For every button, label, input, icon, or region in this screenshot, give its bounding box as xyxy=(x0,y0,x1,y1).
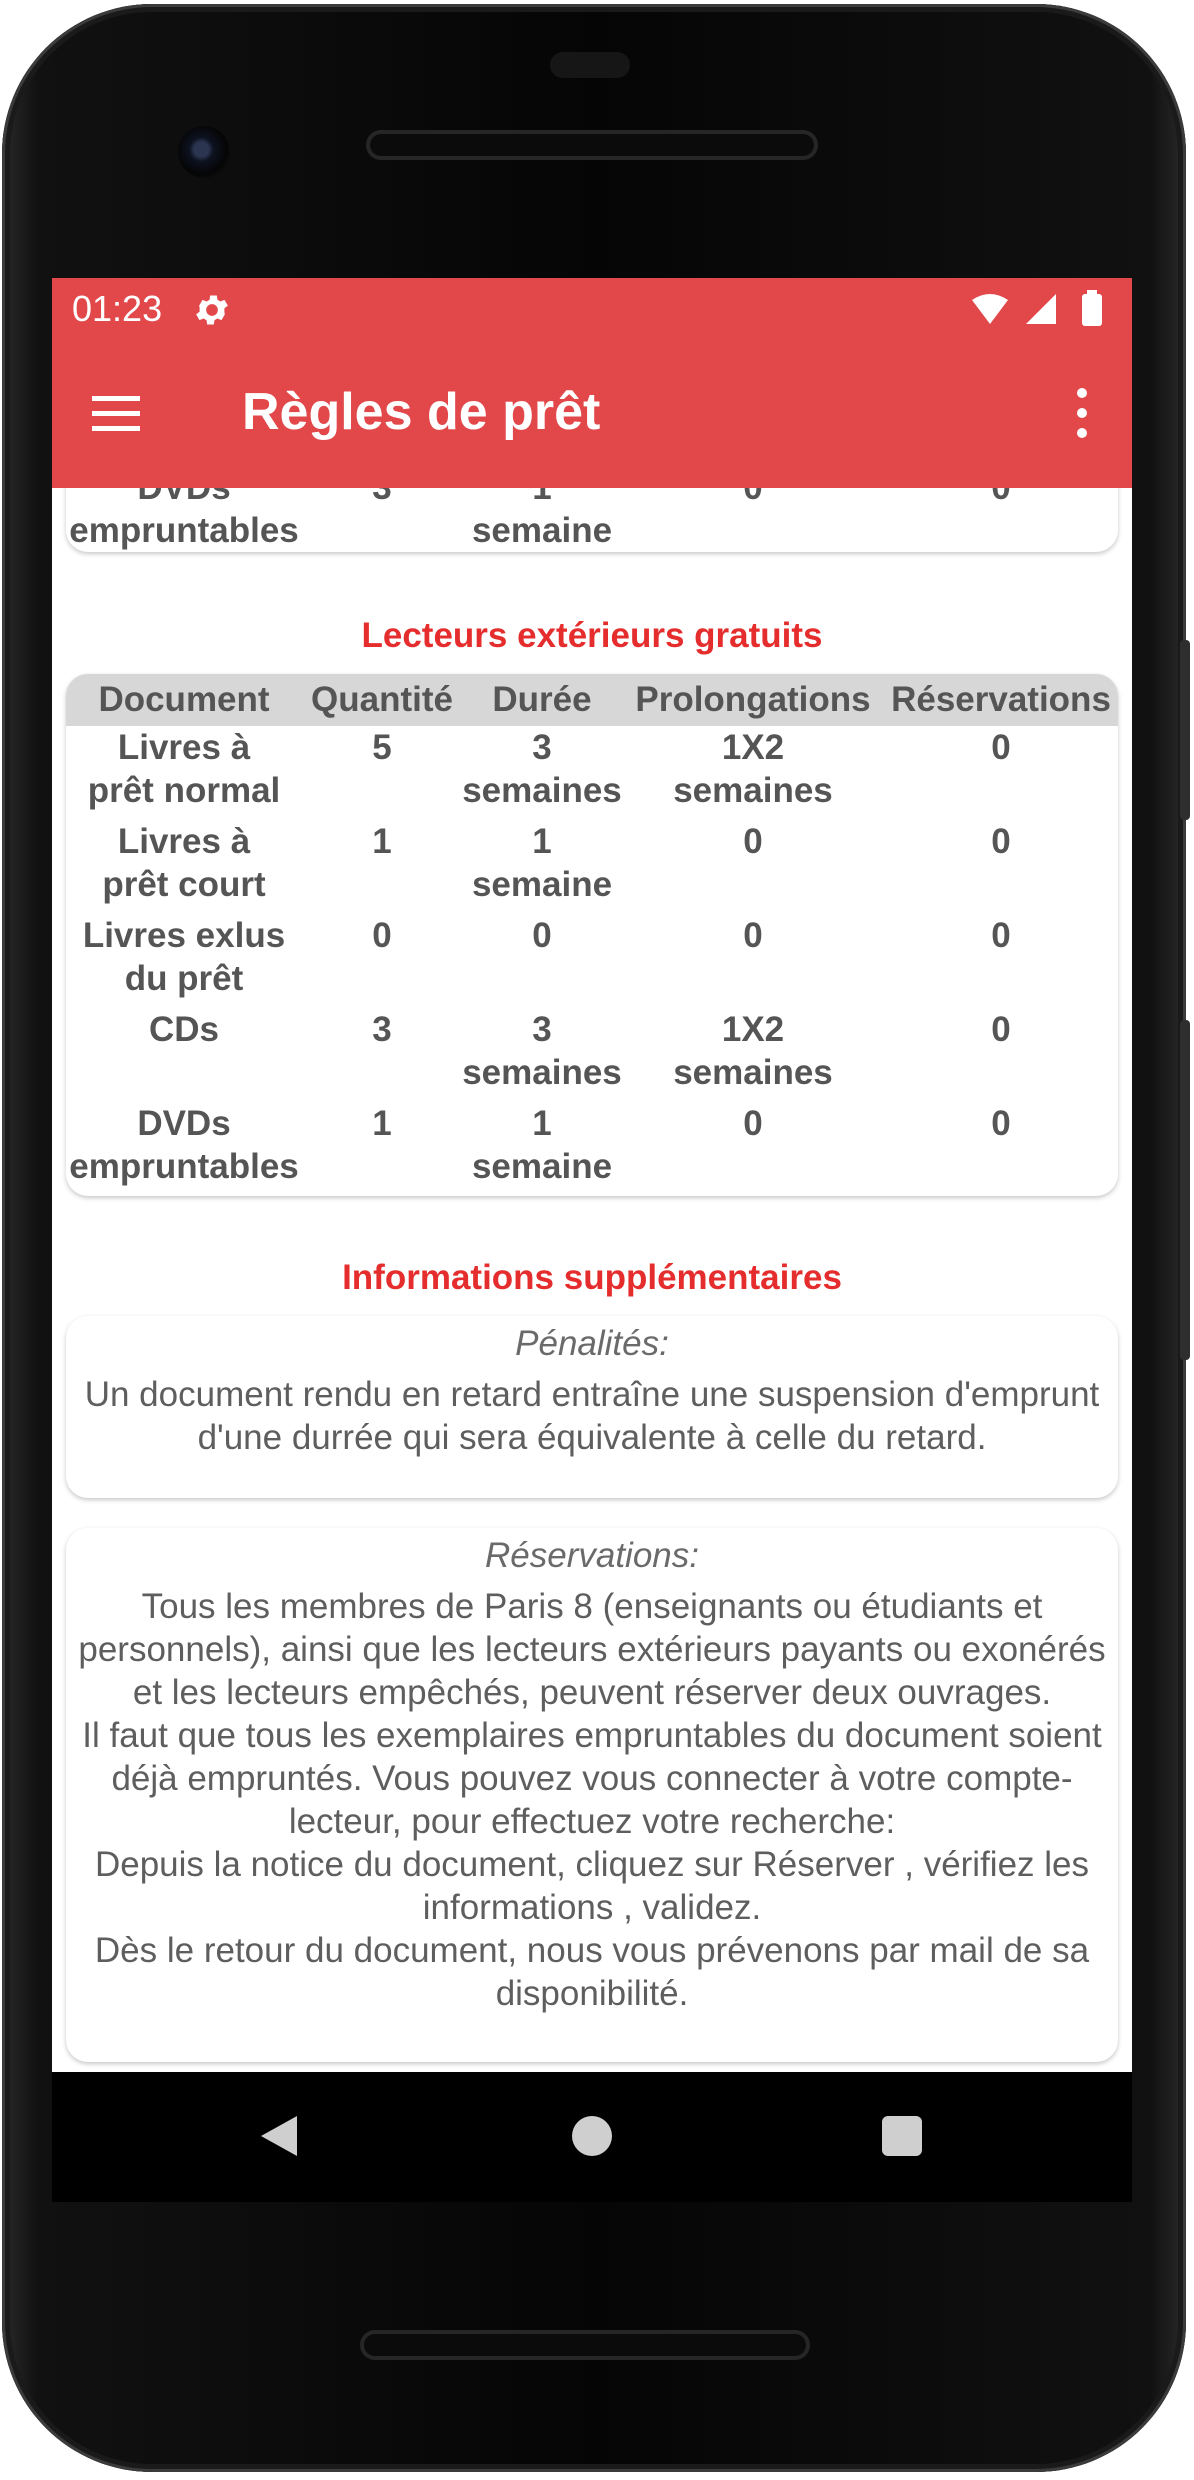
volume-button xyxy=(1180,1020,1190,1360)
section-title-info: Informations supplémentaires xyxy=(342,1258,842,1297)
recents-icon[interactable] xyxy=(882,2116,922,2156)
table-cell: 0 xyxy=(991,1104,1011,1143)
status-icons xyxy=(972,290,1102,326)
external-rules-card: Document Quantité Durée Prolongations Réserv… xyxy=(66,674,1118,1196)
status-bar: 01:23 xyxy=(52,278,1132,342)
screen: 01:23 Règles de prêt DVDsemprun xyxy=(52,278,1132,2072)
table-cell: CDs xyxy=(148,1010,220,1049)
front-camera xyxy=(178,126,230,178)
table-cell: 0 xyxy=(743,822,763,861)
table-cell: 0 xyxy=(991,822,1011,861)
reservations-text: Tous les membres de Paris 8 (enseignants… xyxy=(66,1585,1118,2015)
table-cell: 1semaine xyxy=(471,1104,613,1186)
table-row: DVDs empruntables 1 1 semaine 0 0 xyxy=(66,1102,1118,1196)
app-bar: Règles de prêt xyxy=(52,342,1132,488)
table-cell: 1X2 semaines xyxy=(673,728,833,810)
table-row: Livres exlus du prêt 0 0 0 0 xyxy=(66,914,1118,1008)
column-header: Réservations xyxy=(884,674,1118,726)
page-title: Règles de prêt xyxy=(242,383,601,441)
table-cell: Livres à prêt normal xyxy=(87,728,281,810)
battery-icon xyxy=(1082,294,1102,326)
earpiece xyxy=(550,52,630,78)
menu-icon[interactable] xyxy=(86,384,146,444)
table-row: Livres à prêt court 1 1 semaine 0 0 xyxy=(66,820,1118,914)
section-title-external: Lecteurs extérieurs gratuits xyxy=(361,616,823,655)
column-header: Prolongations xyxy=(622,674,884,726)
bottom-speaker xyxy=(360,2330,810,2360)
column-header: Durée xyxy=(462,674,622,726)
previous-table: DVDsempruntables31semaine00 xyxy=(66,488,1118,552)
scroll-content[interactable]: DVDsempruntables31semaine00 Lecteurs ext… xyxy=(52,488,1132,2072)
status-time: 01:23 xyxy=(72,288,163,329)
table-header-row: Document Quantité Durée Prolongations Réserv… xyxy=(66,674,1118,726)
table-cell: 0 xyxy=(884,488,1118,552)
table-cell: 1X2 semaines xyxy=(673,1010,833,1092)
table-cell: 0 xyxy=(743,1104,763,1143)
previous-table-card: DVDsempruntables31semaine00 xyxy=(66,488,1118,552)
table-cell: 5 xyxy=(372,728,392,767)
table-row: DVDsempruntables31semaine00 xyxy=(66,488,1118,552)
table-row: Livres à prêt normal 5 3 semaines 1X2 semaines… xyxy=(66,726,1118,820)
table-cell: 0 xyxy=(622,488,884,552)
table-cell: 1semaine xyxy=(471,822,613,904)
reservations-line: Dès le retour du document, nous vous pré… xyxy=(94,1931,1090,2013)
settings-icon xyxy=(196,295,228,325)
table-cell: 3 xyxy=(372,1010,392,1049)
column-header: Quantité xyxy=(302,674,462,726)
signal-icon xyxy=(1026,294,1056,324)
reservations-line: Il faut que tous les exemplaires emprunt… xyxy=(82,1716,1102,1841)
reservations-line: Tous les membres de Paris 8 (enseignants… xyxy=(78,1587,1106,1712)
table-cell: 1semaine xyxy=(471,488,613,550)
reservations-line: Depuis la notice du document, cliquez su… xyxy=(94,1845,1090,1927)
penalties-heading: Pénalités: xyxy=(515,1324,669,1363)
table-cell: 1 xyxy=(372,822,392,861)
power-button xyxy=(1180,640,1190,820)
reservations-heading: Réservations: xyxy=(485,1536,699,1575)
reservations-card: Réservations: Tous les membres de Paris … xyxy=(66,1528,1118,2062)
table-cell: 3 xyxy=(302,488,462,552)
penalties-card: Pénalités: Un document rendu en retard e… xyxy=(66,1316,1118,1498)
home-icon[interactable] xyxy=(572,2116,612,2156)
table-cell: 0 xyxy=(372,916,392,955)
external-rules-table: Document Quantité Durée Prolongations Réserv… xyxy=(66,674,1118,1196)
table-cell: DVDsempruntables xyxy=(69,488,299,550)
table-cell: 0 xyxy=(991,1010,1011,1049)
back-icon[interactable] xyxy=(257,2112,301,2160)
table-cell: Livres à prêt court xyxy=(102,822,266,904)
navigation-bar xyxy=(52,2072,1132,2202)
table-cell: 3 semaines xyxy=(462,1010,622,1092)
front-speaker xyxy=(366,130,818,160)
table-row: CDs 3 3 semaines 1X2 semaines 0 xyxy=(66,1008,1118,1102)
more-vert-icon[interactable] xyxy=(1062,380,1102,446)
wifi-icon xyxy=(972,294,1008,324)
table-cell: 0 xyxy=(743,916,763,955)
table-cell: 1 xyxy=(372,1104,392,1143)
table-cell: 0 xyxy=(532,916,552,955)
penalties-text: Un document rendu en retard entraîne une… xyxy=(84,1375,1100,1457)
table-cell: 0 xyxy=(991,916,1011,955)
table-cell: DVDsempruntables xyxy=(69,1104,299,1186)
column-header: Document xyxy=(66,674,302,726)
table-cell: 0 xyxy=(991,728,1011,767)
table-cell: Livres exlus du prêt xyxy=(82,916,286,998)
table-cell: 3 semaines xyxy=(462,728,622,810)
